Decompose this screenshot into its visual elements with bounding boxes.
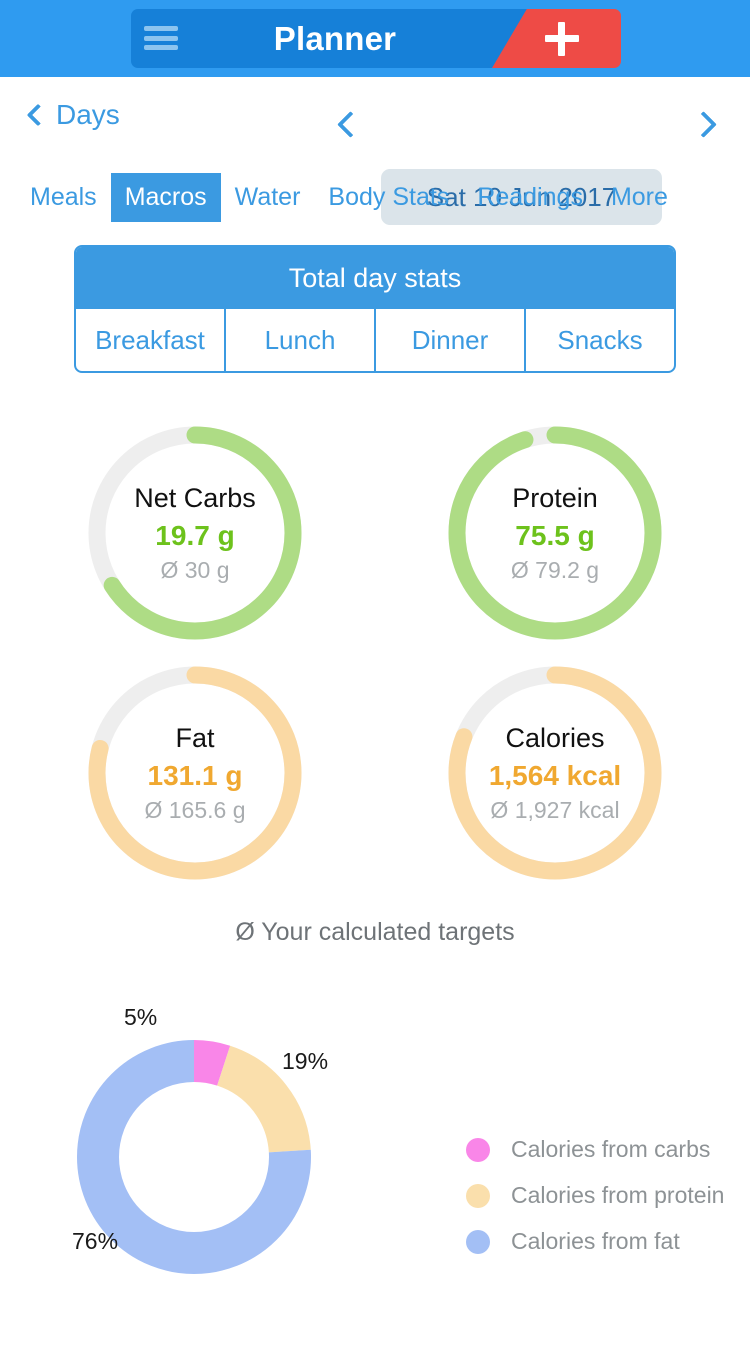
previous-day-button[interactable] [335, 109, 366, 145]
tab-body-stats[interactable]: Body Stats [314, 173, 463, 222]
section-tabs: Meals Macros Water Body Stats Readings More [0, 168, 750, 226]
ring-text: Net Carbs 19.7 g Ø 30 g [82, 420, 308, 646]
legend-label: Calories from carbs [511, 1136, 710, 1163]
tab-water[interactable]: Water [221, 173, 315, 222]
legend-color-dot [466, 1230, 490, 1254]
tab-label: Meals [30, 183, 97, 211]
page-title: Planner [190, 9, 480, 68]
ring-title: Calories [505, 723, 604, 754]
hamburger-icon[interactable] [144, 22, 178, 54]
chevron-left-icon [337, 111, 364, 138]
ring-target: Ø 165.6 g [144, 797, 245, 824]
back-to-days-button[interactable]: Days [30, 99, 120, 131]
legend-color-dot [466, 1184, 490, 1208]
legend-item: Calories from fat [466, 1228, 724, 1255]
tab-label: Body Stats [328, 183, 449, 211]
meal-tab-breakfast[interactable]: Breakfast [76, 309, 224, 371]
ring-title: Fat [175, 723, 214, 754]
macro-rings-group: Net Carbs 19.7 g Ø 30 g Protein 75.5 g Ø 79.2… [0, 405, 750, 895]
donut-label-carbs: 5% [124, 1004, 157, 1031]
ring-value: 75.5 g [515, 520, 594, 552]
tab-label: More [611, 183, 668, 211]
chevron-left-icon [27, 104, 50, 127]
ring-target: Ø 30 g [160, 557, 229, 584]
macro-ring-net-carbs[interactable]: Net Carbs 19.7 g Ø 30 g [82, 420, 308, 646]
ring-title: Net Carbs [134, 483, 256, 514]
macro-ring-protein[interactable]: Protein 75.5 g Ø 79.2 g [442, 420, 668, 646]
ring-value: 131.1 g [148, 760, 243, 792]
legend-color-dot [466, 1138, 490, 1162]
legend-item: Calories from protein [466, 1182, 724, 1209]
legend-label: Calories from fat [511, 1228, 680, 1255]
ring-text: Fat 131.1 g Ø 165.6 g [82, 660, 308, 886]
legend-item: Calories from carbs [466, 1136, 724, 1163]
ring-text: Protein 75.5 g Ø 79.2 g [442, 420, 668, 646]
tab-label: Water [235, 183, 301, 211]
donut-label-protein: 19% [282, 1048, 328, 1075]
ring-title: Protein [512, 483, 598, 514]
meal-tab-row: BreakfastLunchDinnerSnacks [76, 309, 674, 371]
donut-label-fat: 76% [72, 1228, 118, 1255]
meal-tab-snacks[interactable]: Snacks [524, 309, 674, 371]
total-day-stats-tab[interactable]: Total day stats [76, 247, 674, 309]
tab-readings[interactable]: Readings [463, 173, 597, 222]
date-navigation-bar: Days Sat 10 Jun 2017 [0, 77, 750, 165]
meal-tab-lunch[interactable]: Lunch [224, 309, 374, 371]
meal-selector-card: Total day stats BreakfastLunchDinnerSnac… [74, 245, 676, 373]
ring-value: 19.7 g [155, 520, 234, 552]
ring-value: 1,564 kcal [489, 760, 621, 792]
planner-screen: Planner Days Sat 10 Jun 2017 Meals Macros… [0, 0, 750, 1350]
chevron-right-icon [690, 111, 717, 138]
meal-tab-dinner[interactable]: Dinner [374, 309, 524, 371]
calculated-targets-note: Ø Your calculated targets [0, 918, 750, 947]
tab-label: Readings [477, 183, 583, 211]
ring-target: Ø 79.2 g [511, 557, 599, 584]
macro-ring-fat[interactable]: Fat 131.1 g Ø 165.6 g [82, 660, 308, 886]
macro-ring-calories[interactable]: Calories 1,564 kcal Ø 1,927 kcal [442, 660, 668, 886]
tab-meals[interactable]: Meals [16, 173, 111, 222]
plus-icon [545, 22, 579, 56]
next-day-button[interactable] [688, 109, 719, 145]
tab-macros[interactable]: Macros [111, 173, 221, 222]
back-to-days-label: Days [56, 99, 120, 131]
ring-text: Calories 1,564 kcal Ø 1,927 kcal [442, 660, 668, 886]
legend-label: Calories from protein [511, 1182, 724, 1209]
tab-more[interactable]: More [597, 173, 682, 222]
tab-label: Macros [125, 183, 207, 211]
donut-legend: Calories from carbs Calories from protein… [466, 1136, 724, 1255]
ring-target: Ø 1,927 kcal [490, 797, 619, 824]
app-header: Planner [0, 0, 750, 77]
